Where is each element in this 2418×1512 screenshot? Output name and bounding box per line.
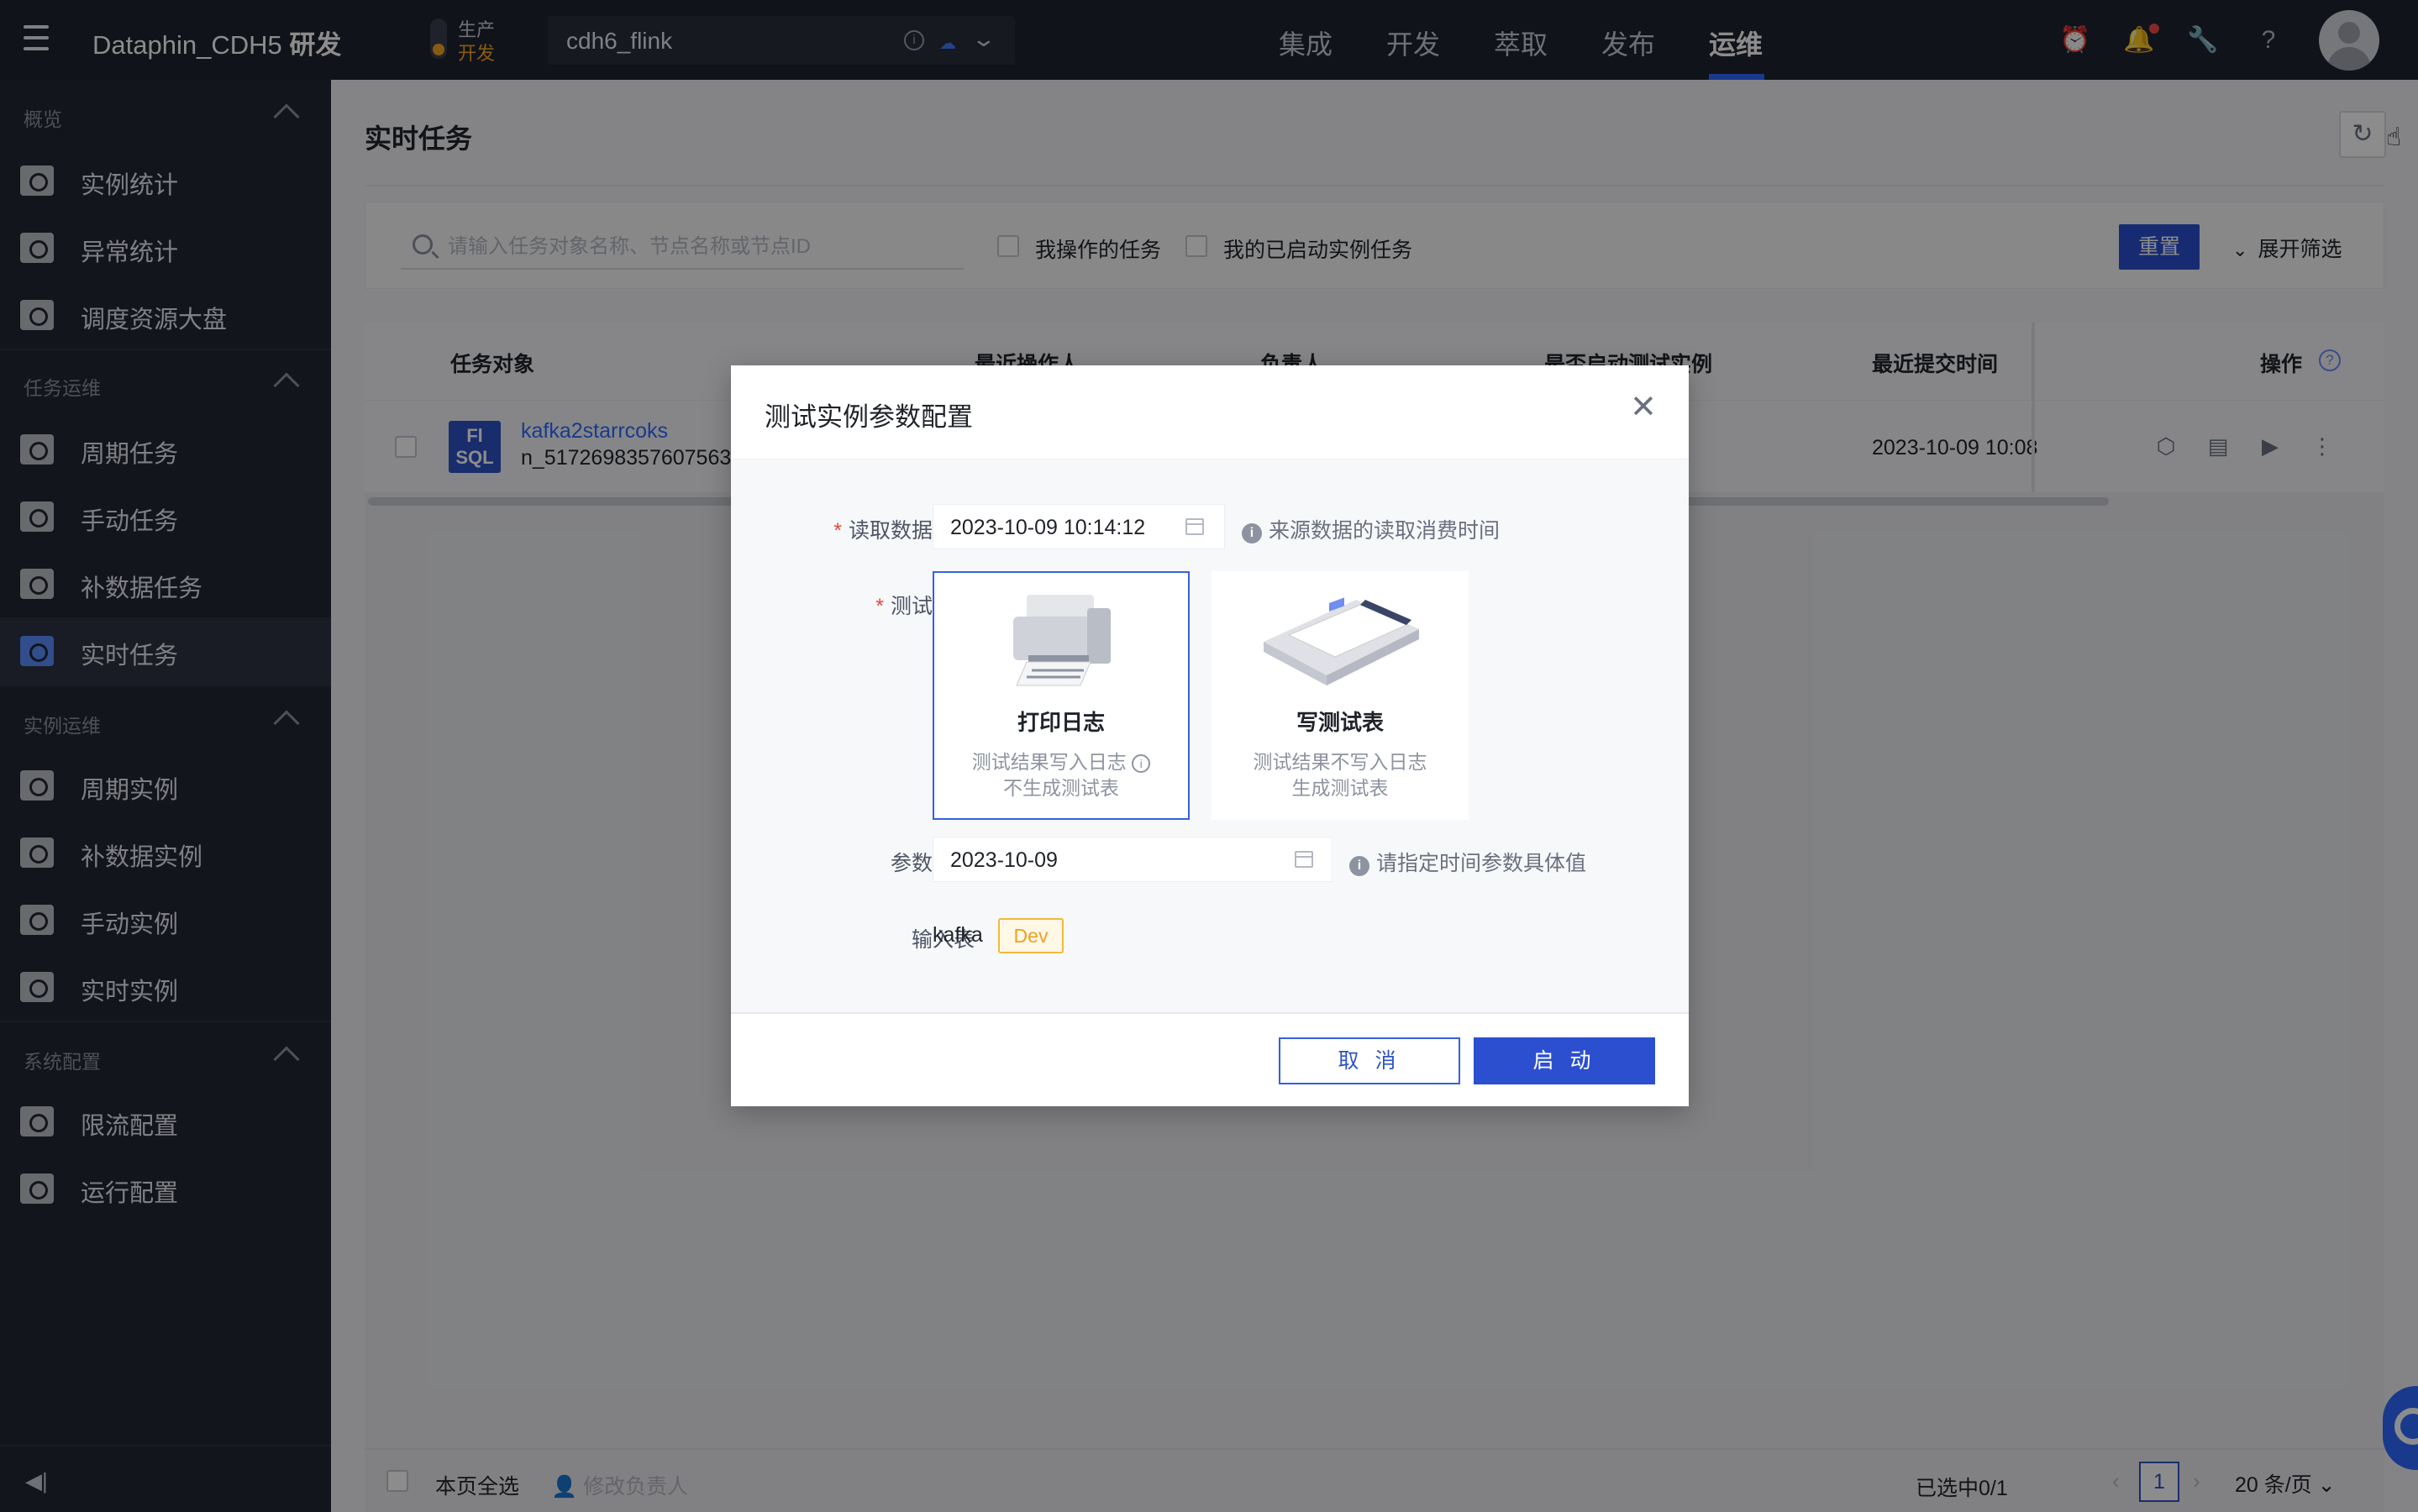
dialog-footer: 取 消 启 动 xyxy=(731,1012,1689,1106)
read-time-value: 2023-10-09 10:14:12 xyxy=(950,516,1146,539)
test-table-icon xyxy=(1264,597,1419,685)
calendar-icon[interactable] xyxy=(1185,518,1204,535)
read-time-hint: i 来源数据的读取消费时间 xyxy=(1242,514,1500,544)
input-table-value: kafka xyxy=(933,923,983,947)
mode-description: 测试结果不写入日志 生成测试表 xyxy=(1253,751,1427,799)
mode-title: 打印日志 xyxy=(1017,710,1105,735)
mode-card-write-test-table[interactable]: 写测试表 测试结果不写入日志 生成测试表 xyxy=(1212,571,1469,820)
mode-card-print-log[interactable]: 打印日志 测试结果写入日志 i 不生成测试表 xyxy=(933,571,1190,820)
param-hint: i 请指定时间参数具体值 xyxy=(1349,847,1586,877)
close-icon[interactable]: ✕ xyxy=(1630,391,1657,424)
read-time-picker[interactable]: 2023-10-09 10:14:12 xyxy=(933,504,1225,549)
param-date-value: 2023-10-09 xyxy=(950,848,1058,872)
mode-description: 测试结果写入日志 i 不生成测试表 xyxy=(934,749,1188,801)
info-icon: i xyxy=(1132,754,1151,773)
env-tag-dev: Dev xyxy=(998,918,1064,953)
dialog-title: 测试实例参数配置 xyxy=(765,402,973,432)
info-icon: i xyxy=(1242,523,1262,543)
dialog-header: 测试实例参数配置 ✕ xyxy=(731,365,1689,459)
cancel-button[interactable]: 取 消 xyxy=(1279,1037,1460,1084)
mode-title: 写测试表 xyxy=(1296,710,1384,735)
calendar-icon[interactable] xyxy=(1295,851,1313,868)
start-button[interactable]: 启 动 xyxy=(1474,1037,1655,1084)
param-date-picker[interactable]: 2023-10-09 xyxy=(933,837,1333,882)
test-instance-config-dialog: 测试实例参数配置 ✕ * 读取数据时点 2023-10-09 10:14:12 i… xyxy=(731,365,1689,1106)
info-icon: i xyxy=(1349,856,1369,876)
printer-icon xyxy=(1013,595,1111,686)
